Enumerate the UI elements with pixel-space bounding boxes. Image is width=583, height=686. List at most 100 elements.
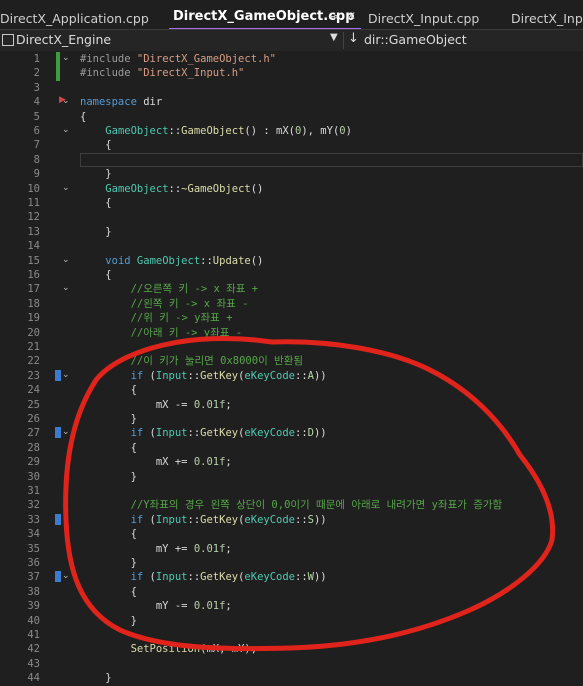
code-text[interactable]: } <box>80 470 137 484</box>
code-text[interactable]: if (Input::GetKey(eKeyCode::A)) <box>80 369 327 383</box>
code-line[interactable]: 22 //이 키가 눌리면 0x8000이 반환됨 <box>0 354 583 368</box>
code-text[interactable]: void GameObject::Update() <box>80 254 263 268</box>
tab-gameobject[interactable]: DirectX_GameObject.cpp ⊸ ✕ <box>169 6 361 30</box>
scope-dropdown[interactable]: dir::GameObject <box>364 32 467 47</box>
code-text[interactable]: mY += 0.01f; <box>80 542 232 556</box>
code-line[interactable]: 42 SetPosition(mX, mY); <box>0 642 583 656</box>
code-text[interactable]: namespace dir <box>80 95 162 109</box>
bookmark-icon[interactable] <box>55 513 61 525</box>
code-line[interactable]: 12 <box>0 210 583 224</box>
code-text[interactable]: mY -= 0.01f; <box>80 599 232 613</box>
code-line[interactable]: 27 ⌄ if (Input::GetKey(eKeyCode::D)) <box>0 426 583 440</box>
code-text[interactable]: { <box>80 268 111 282</box>
code-line[interactable]: 16 { <box>0 268 583 282</box>
code-text[interactable]: GameObject::~GameObject() <box>80 182 263 196</box>
code-line[interactable]: 11 { <box>0 196 583 210</box>
code-text[interactable]: } <box>80 225 111 239</box>
bookmark-icon[interactable] <box>55 571 61 583</box>
fold-chevron-icon[interactable]: ⌄ <box>62 53 70 63</box>
bookmark-icon[interactable] <box>55 427 61 439</box>
close-icon[interactable]: ✕ <box>346 9 356 23</box>
code-text[interactable]: //이 키가 눌리면 0x8000이 반환됨 <box>80 354 303 368</box>
code-text[interactable]: mX -= 0.01f; <box>80 398 232 412</box>
code-line[interactable]: 40 } <box>0 614 583 628</box>
code-line[interactable]: 36 } <box>0 556 583 570</box>
code-text[interactable]: { <box>80 138 111 152</box>
code-line[interactable]: 21 <box>0 340 583 354</box>
code-line[interactable]: 32 //Y좌표의 경우 왼쪽 상단이 0,0이기 때문에 아래로 내려가면 y… <box>0 498 583 512</box>
code-text[interactable]: } <box>80 671 111 685</box>
pin-icon[interactable]: ⊸ <box>329 10 338 23</box>
code-text[interactable]: //오른쪽 키 -> x 좌표 + <box>80 282 259 296</box>
code-line[interactable]: 25 mX -= 0.01f; <box>0 398 583 412</box>
code-line[interactable]: 29 mX += 0.01f; <box>0 455 583 469</box>
code-text[interactable]: //Y좌표의 경우 왼쪽 상단이 0,0이기 때문에 아래로 내려가면 y좌표가… <box>80 498 503 512</box>
code-text[interactable]: GameObject::GameObject() : mX(0), mY(0) <box>80 124 352 138</box>
code-line[interactable]: 28 { <box>0 441 583 455</box>
code-line[interactable]: 15 ⌄ void GameObject::Update() <box>0 254 583 268</box>
fold-chevron-icon[interactable]: ⌄ <box>62 571 70 581</box>
code-line[interactable]: 7 { <box>0 138 583 152</box>
code-line[interactable]: 41 <box>0 628 583 642</box>
code-line[interactable]: 37 ⌄ if (Input::GetKey(eKeyCode::W)) <box>0 570 583 584</box>
code-line[interactable]: 31 <box>0 484 583 498</box>
code-line[interactable]: 4 ▶ ⌄ namespace dir <box>0 95 583 109</box>
code-text[interactable]: #include "DirectX_GameObject.h" <box>80 52 276 66</box>
code-line[interactable]: 17 ⌄ //오른쪽 키 -> x 좌표 + <box>0 282 583 296</box>
code-text[interactable]: } <box>80 556 137 570</box>
code-text[interactable]: //아래 키 -> y좌표 - <box>80 326 243 340</box>
code-line[interactable]: 18 //왼쪽 키 -> x 좌표 - <box>0 297 583 311</box>
code-text[interactable]: //왼쪽 키 -> x 좌표 - <box>80 297 249 311</box>
code-editor[interactable]: 1 ⌄ #include "DirectX_GameObject.h" 2 #inclu… <box>0 51 583 685</box>
code-text[interactable]: if (Input::GetKey(eKeyCode::S)) <box>80 513 327 527</box>
code-line[interactable]: 6 ⌄ GameObject::GameObject() : mX(0), mY(… <box>0 124 583 138</box>
code-line[interactable]: 24 { <box>0 383 583 397</box>
code-line[interactable]: 35 mY += 0.01f; <box>0 542 583 556</box>
code-line[interactable]: 34 { <box>0 527 583 541</box>
fold-chevron-icon[interactable]: ⌄ <box>62 96 70 106</box>
code-line[interactable]: 39 mY -= 0.01f; <box>0 599 583 613</box>
fold-chevron-icon[interactable]: ⌄ <box>62 427 70 437</box>
code-line[interactable]: 10 ⌄ GameObject::~GameObject() <box>0 182 583 196</box>
code-line[interactable]: 26 } <box>0 412 583 426</box>
fold-chevron-icon[interactable]: ⌄ <box>62 514 70 524</box>
code-line[interactable]: 3 <box>0 81 583 95</box>
code-line[interactable]: 8 <box>0 152 583 167</box>
code-line[interactable]: 9 } <box>0 167 583 181</box>
code-line[interactable]: 38 { <box>0 585 583 599</box>
code-text[interactable]: { <box>80 441 137 455</box>
code-line[interactable]: 23 ⌄ if (Input::GetKey(eKeyCode::A)) <box>0 369 583 383</box>
tab-application[interactable]: DirectX_Application.cpp <box>0 8 149 28</box>
code-text[interactable]: if (Input::GetKey(eKeyCode::D)) <box>80 426 327 440</box>
code-text[interactable]: #include "DirectX_Input.h" <box>80 66 244 80</box>
fold-chevron-icon[interactable]: ⌄ <box>62 255 70 265</box>
code-text[interactable]: { <box>80 585 137 599</box>
code-line[interactable]: 5{ <box>0 110 583 124</box>
fold-chevron-icon[interactable]: ⌄ <box>62 370 70 380</box>
code-text[interactable]: { <box>80 527 137 541</box>
chevron-down-icon[interactable]: ▼ <box>330 32 338 43</box>
code-line[interactable]: 43 <box>0 657 583 671</box>
code-line[interactable]: 44 } <box>0 671 583 685</box>
code-line[interactable]: 2 #include "DirectX_Input.h" <box>0 66 583 81</box>
code-line[interactable]: 14 <box>0 239 583 253</box>
code-line[interactable]: 1 ⌄ #include "DirectX_GameObject.h" <box>0 52 583 67</box>
code-text[interactable]: } <box>80 614 137 628</box>
fold-chevron-icon[interactable]: ⌄ <box>62 283 70 293</box>
code-text[interactable]: //위 키 -> y좌표 + <box>80 311 233 325</box>
code-line[interactable]: 13 } <box>0 225 583 239</box>
code-line[interactable]: 33 ⌄ if (Input::GetKey(eKeyCode::S)) <box>0 513 583 527</box>
code-line[interactable]: 20 //아래 키 -> y좌표 - <box>0 326 583 340</box>
code-text[interactable]: { <box>80 383 137 397</box>
code-text[interactable]: { <box>80 110 86 124</box>
code-line[interactable]: 30 } <box>0 470 583 484</box>
fold-chevron-icon[interactable]: ⌄ <box>62 125 70 135</box>
project-dropdown[interactable]: DirectX_Engine <box>16 32 111 47</box>
code-line[interactable]: 19 //위 키 -> y좌표 + <box>0 311 583 325</box>
tab-input-header[interactable]: DirectX_Input <box>511 8 583 28</box>
code-text[interactable]: mX += 0.01f; <box>80 455 232 469</box>
bookmark-icon[interactable] <box>55 369 61 381</box>
code-text[interactable]: } <box>80 167 111 181</box>
code-text[interactable]: { <box>80 196 111 210</box>
code-text[interactable]: if (Input::GetKey(eKeyCode::W)) <box>80 570 327 584</box>
